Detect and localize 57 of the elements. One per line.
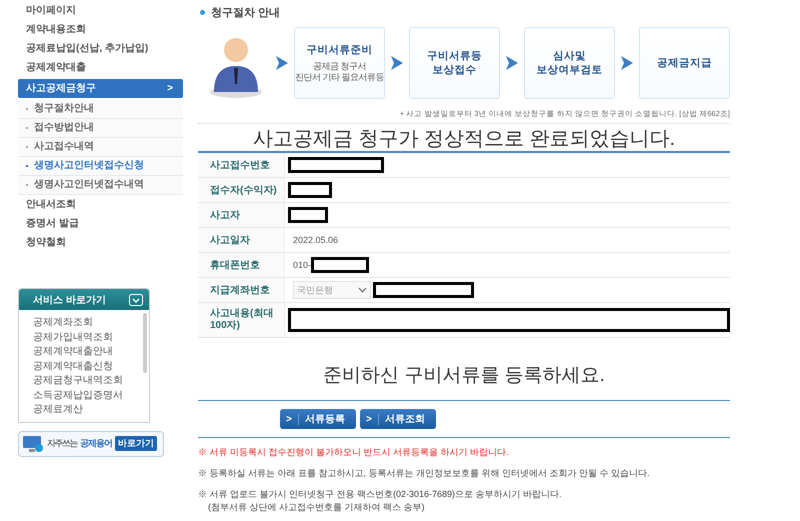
step-title: 공제금지급: [657, 56, 712, 70]
scrollbar[interactable]: [143, 313, 147, 373]
panel-title: 서비스 바로가기: [33, 294, 106, 306]
field-label: 지급계좌번호: [198, 278, 284, 302]
arrow-icon: [620, 55, 634, 71]
sidebar-item[interactable]: 계약내용조회: [18, 20, 183, 39]
document-button[interactable]: > 서류등록: [280, 409, 356, 429]
banner-highlight: 공제용어: [80, 437, 112, 450]
document-button[interactable]: > 서류조회: [360, 409, 436, 429]
submenu-item[interactable]: 생명사고인터넷접수내역: [18, 176, 183, 195]
sidebar-item[interactable]: 증명서 발급: [18, 214, 183, 233]
shortcut-button[interactable]: 바로가기: [115, 436, 157, 451]
field-label: 사고일자: [198, 228, 284, 252]
note-text: ※ 서류 업로드 불가시 인터넷청구 전용 팩스번호(02-3016-7689)으로 송부하시기 바랍니다.: [198, 488, 563, 501]
field-label: 사고내용(최대 100자): [198, 302, 284, 338]
completion-heading: 사고공제금 청구가 정상적으로 완료되었습니다.: [252, 127, 676, 151]
submenu-item[interactable]: 사고접수내역: [18, 138, 183, 157]
step-description: 공제금 청구서 진단서 기타 필요서류등: [295, 61, 384, 83]
submenu-item[interactable]: 청구절차안내: [18, 100, 183, 119]
glossary-banner[interactable]: 자주쓰는 공제용어 바로가기: [18, 430, 164, 456]
banner-text: 자주쓰는: [47, 437, 77, 450]
sidebar-item[interactable]: 공제료납입(선납, 추가납입): [18, 39, 183, 58]
service-link[interactable]: 공제계좌조회: [33, 316, 149, 330]
field-label: 접수자(수익자): [198, 178, 284, 202]
sidebar-item[interactable]: 안내서조회: [18, 195, 183, 214]
sidebar-item[interactable]: 청약철회: [18, 233, 183, 252]
dropdown-icon[interactable]: [129, 294, 143, 306]
note-text: ※ 서류 미등록시 접수진행이 불가하오니 반드시 서류등록을 하시기 바랍니다.: [198, 446, 510, 459]
service-link[interactable]: 공제계약대출안내: [33, 345, 149, 360]
service-link[interactable]: 공제계약대출신청: [33, 360, 149, 374]
field-label: 사고자: [198, 202, 284, 228]
section-title: 청구절차 안내: [211, 6, 280, 20]
field-label: 휴대폰번호: [198, 252, 284, 278]
chevron-icon: [358, 287, 367, 293]
step-title: 구비서류등 보상접수: [427, 49, 482, 77]
field-value: 2022.05.06: [293, 235, 338, 245]
service-link[interactable]: 소득공제납입증명서: [33, 388, 149, 403]
service-link[interactable]: 공제금청구내역조회: [33, 374, 149, 388]
arrow-icon: [275, 55, 289, 71]
submenu-item[interactable]: 접수방법안내: [18, 119, 183, 138]
service-link[interactable]: 공제료계산: [33, 403, 149, 418]
bullet-icon: [200, 10, 205, 15]
monitor-icon: [22, 434, 44, 452]
arrow-icon: [505, 55, 519, 71]
service-link[interactable]: 공제가입내역조회: [33, 330, 149, 345]
field-value: 010-: [293, 260, 312, 270]
sidebar-item[interactable]: 사고공제금청구 >: [18, 79, 183, 98]
submenu-item[interactable]: 생명사고인터넷접수신청: [18, 157, 183, 176]
sidebar-item[interactable]: 공제계약대출: [18, 58, 183, 77]
note-text: (첨부서류 상단에 사고접수번호를 기재하여 팩스 송부): [207, 501, 426, 514]
step-title: 구비서류준비: [306, 43, 372, 57]
field-label: 사고접수번호: [198, 152, 284, 178]
register-heading: 준비하신 구비서류를 등록하세요.: [322, 364, 606, 388]
sidebar-item[interactable]: 마이페이지: [18, 1, 183, 20]
note-text: ※ 등록하실 서류는 아래 표를 참고하시고, 등록서류는 개인정보보호를 위해 인터넷에서 조회가 안될 수 있습니다.: [198, 467, 651, 480]
step-title: 심사및 보상여부검토: [536, 49, 602, 77]
arrow-icon: [390, 55, 404, 71]
